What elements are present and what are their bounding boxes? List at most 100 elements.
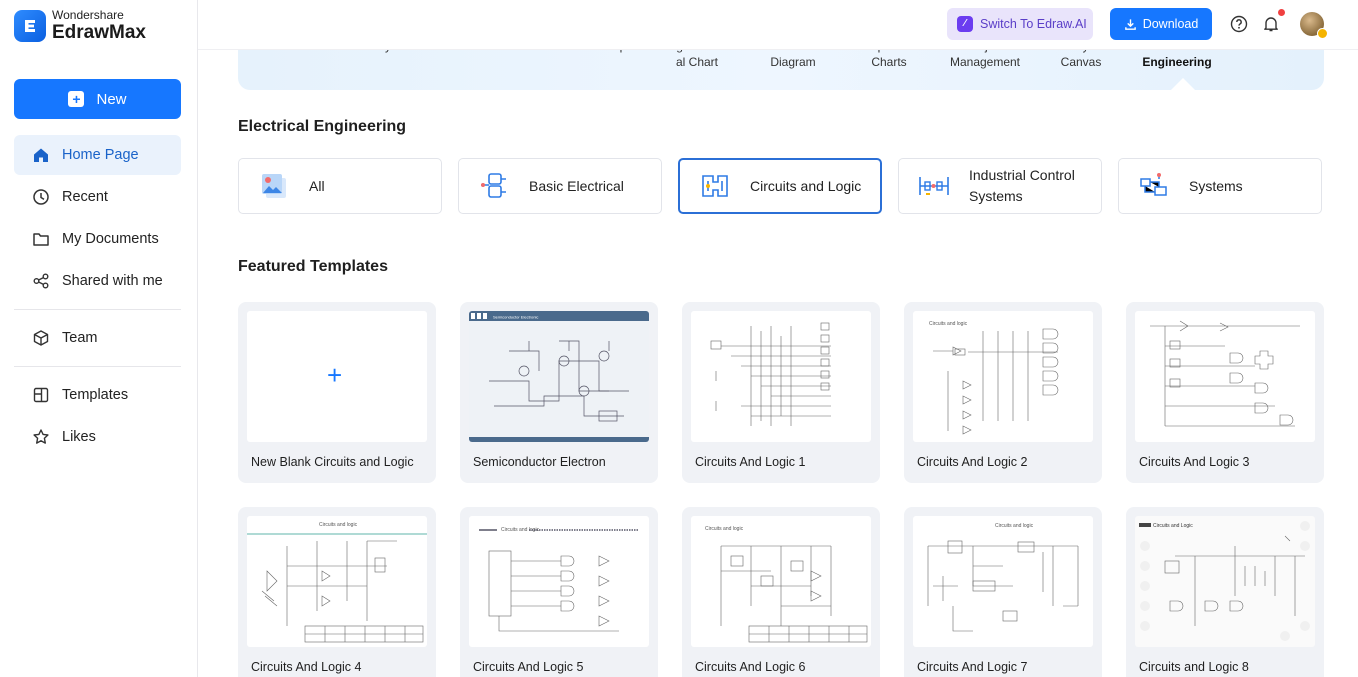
systems-icon bbox=[1140, 173, 1167, 196]
download-icon bbox=[1124, 18, 1136, 30]
template-title: Circuits and Logic 8 bbox=[1139, 660, 1249, 674]
featured-templates-title: Featured Templates bbox=[238, 258, 388, 275]
subcategory-industrial-control-systems[interactable]: Industrial Control Systems bbox=[898, 158, 1102, 214]
sidebar-item-shared-with-me[interactable]: Shared with me bbox=[14, 261, 181, 301]
template-card-semiconductor-electron[interactable]: Semiconductor Electronic Semiconductor E… bbox=[460, 302, 658, 483]
industrial-control-icon bbox=[919, 177, 949, 195]
edrawmax-app: Wondershare EdrawMax + New Home Page Rec… bbox=[0, 0, 1358, 677]
download-button-label: Download bbox=[1142, 17, 1199, 31]
subcategory-label-line2: Systems bbox=[969, 188, 1023, 204]
top-bar: ⁄ Switch To Edraw.AI Download bbox=[198, 0, 1358, 50]
sidebar-item-label: Team bbox=[62, 330, 98, 346]
template-thumbnail: Circuits and Logic bbox=[1135, 516, 1315, 647]
template-title: Circuits And Logic 1 bbox=[695, 455, 806, 469]
subcategory-basic-electrical[interactable]: Basic Electrical bbox=[458, 158, 662, 214]
subcategory-circuits-and-logic[interactable]: Circuits and Logic bbox=[678, 158, 882, 214]
sidebar-item-home-page[interactable]: Home Page bbox=[14, 135, 181, 175]
template-title: Circuits And Logic 5 bbox=[473, 660, 584, 674]
plus-icon: + bbox=[327, 360, 343, 390]
template-card-circuits-and-logic-7[interactable]: Circuits and logic Circuits And Logic 7 bbox=[904, 507, 1102, 677]
new-button-label: New bbox=[96, 90, 127, 108]
subcategory-label: Circuits and Logic bbox=[750, 178, 862, 194]
template-card-circuits-and-logic-6[interactable]: Circuits and logic Circuits And Logic 6 bbox=[682, 507, 880, 677]
template-thumbnail bbox=[1135, 311, 1315, 442]
active-category-pointer bbox=[1171, 78, 1195, 90]
sidebar-divider bbox=[14, 309, 181, 310]
star-icon bbox=[33, 429, 49, 444]
template-thumbnail: + bbox=[247, 311, 427, 442]
template-title: Circuits And Logic 6 bbox=[695, 660, 806, 674]
folder-icon bbox=[33, 233, 49, 246]
help-icon[interactable] bbox=[1230, 15, 1248, 33]
brand-name: Wondershare bbox=[52, 8, 124, 22]
template-card-circuits-and-logic-5[interactable]: Circuits and logic Circuits And Logic 5 bbox=[460, 507, 658, 677]
template-thumbnail: Semiconductor Electronic bbox=[469, 311, 649, 442]
template-thumbnail: Circuits and logic bbox=[247, 516, 427, 647]
new-button[interactable]: + New bbox=[14, 79, 181, 119]
sidebar-item-label: Likes bbox=[62, 429, 96, 445]
subcategory-all[interactable]: All bbox=[238, 158, 442, 214]
sidebar-item-team[interactable]: Team bbox=[14, 318, 181, 358]
thumb-title-text: Circuits and logic bbox=[501, 527, 540, 533]
bell-icon[interactable] bbox=[1262, 15, 1280, 33]
sidebar-item-likes[interactable]: Likes bbox=[14, 417, 181, 457]
vip-badge-icon bbox=[1317, 28, 1328, 39]
ai-button-label: Switch To Edraw.AI bbox=[980, 17, 1087, 31]
template-card-circuits-and-logic-1[interactable]: Circuits And Logic 1 bbox=[682, 302, 880, 483]
subcategory-systems[interactable]: Systems bbox=[1118, 158, 1322, 214]
clock-icon bbox=[33, 189, 49, 205]
template-title: Semiconductor Electron bbox=[473, 455, 606, 469]
cube-icon bbox=[33, 330, 49, 346]
template-thumbnail: Circuits and logic bbox=[913, 516, 1093, 647]
template-card-circuits-and-logic-4[interactable]: Circuits and logic Circuits And Logic 4 bbox=[238, 507, 436, 677]
thumb-title-text: Circuits and logic bbox=[995, 523, 1034, 529]
share-icon bbox=[33, 273, 49, 289]
subcategory-label: Basic Electrical bbox=[529, 178, 624, 194]
templates-icon bbox=[33, 387, 49, 403]
subcategory-label: Industrial Control bbox=[969, 167, 1075, 183]
thumb-title-text: Circuits and Logic bbox=[1153, 523, 1193, 529]
basic-electrical-icon bbox=[481, 173, 506, 198]
thumb-title-text: Circuits and logic bbox=[319, 522, 358, 528]
plus-icon: + bbox=[68, 91, 85, 107]
template-title: Circuits And Logic 2 bbox=[917, 455, 1028, 469]
edrawmax-logo-icon bbox=[14, 9, 46, 42]
template-card-circuits-and-logic-8[interactable]: Circuits and Logic Circuits and Logic 8 bbox=[1126, 507, 1324, 677]
section-title: Electrical Engineering bbox=[238, 118, 407, 135]
thumb-title-text: Circuits and logic bbox=[705, 526, 744, 532]
sidebar-item-label: Shared with me bbox=[62, 273, 163, 289]
template-title: Circuits And Logic 7 bbox=[917, 660, 1028, 674]
switch-to-edraw-ai-button[interactable]: ⁄ Switch To Edraw.AI bbox=[947, 8, 1093, 40]
download-button[interactable]: Download bbox=[1110, 8, 1212, 40]
sidebar-divider bbox=[14, 366, 181, 367]
subcategory-label: All bbox=[309, 178, 325, 194]
template-title: New Blank Circuits and Logic bbox=[251, 455, 414, 469]
product-name: EdrawMax bbox=[52, 22, 146, 43]
template-card-new-blank[interactable]: + New Blank Circuits and Logic bbox=[238, 302, 436, 483]
template-card-circuits-and-logic-2[interactable]: Circuits and logic Circuits And Logic 2 bbox=[904, 302, 1102, 483]
template-card-circuits-and-logic-3[interactable]: Circuits And Logic 3 bbox=[1126, 302, 1324, 483]
home-icon bbox=[34, 148, 48, 162]
template-title: Circuits And Logic 4 bbox=[251, 660, 362, 674]
circuits-logic-icon bbox=[702, 175, 728, 197]
sidebar-item-my-documents[interactable]: My Documents bbox=[14, 219, 181, 259]
sidebar-item-label: My Documents bbox=[62, 231, 159, 247]
edraw-ai-icon: ⁄ bbox=[957, 16, 973, 32]
sidebar-item-recent[interactable]: Recent bbox=[14, 177, 181, 217]
sidebar-item-label: Templates bbox=[62, 387, 129, 403]
thumb-title-text: Circuits and logic bbox=[929, 321, 968, 327]
notification-dot bbox=[1278, 9, 1285, 16]
subcategory-label: Systems bbox=[1189, 178, 1243, 194]
template-thumbnail bbox=[691, 311, 871, 442]
sidebar-item-label: Home Page bbox=[62, 147, 139, 163]
sidebar-item-templates[interactable]: Templates bbox=[14, 375, 181, 415]
sidebar: Wondershare EdrawMax + New Home Page Rec… bbox=[0, 0, 198, 677]
template-thumbnail: Circuits and logic bbox=[913, 311, 1093, 442]
edrawmax-logo[interactable]: Wondershare EdrawMax bbox=[14, 9, 146, 42]
avatar[interactable] bbox=[1300, 12, 1328, 39]
sidebar-item-label: Recent bbox=[62, 189, 108, 205]
template-thumbnail: Circuits and logic bbox=[691, 516, 871, 647]
thumb-header-text: Semiconductor Electronic bbox=[493, 315, 538, 320]
all-images-icon bbox=[262, 174, 286, 198]
template-title: Circuits And Logic 3 bbox=[1139, 455, 1250, 469]
